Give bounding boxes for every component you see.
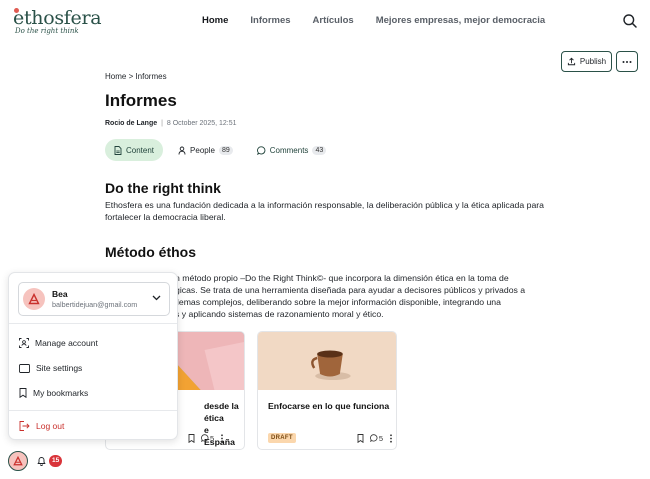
- meta-separator: |: [161, 120, 163, 127]
- tab-people[interactable]: People 89: [169, 139, 242, 161]
- publish-label: Publish: [579, 57, 607, 66]
- menu-item-label: My bookmarks: [33, 388, 89, 398]
- tab-content-label: Content: [126, 145, 155, 155]
- tab-people-label: People: [190, 145, 215, 155]
- tab-comments[interactable]: Comments 43: [248, 139, 335, 161]
- menu-item-manage-account[interactable]: Manage account: [19, 336, 98, 350]
- post-date: 8 October 2025, 12:51: [166, 120, 237, 127]
- top-bar: ethosfera Do the right think Home Inform…: [0, 0, 650, 44]
- account-scan-icon: [19, 338, 29, 348]
- logo-dot: [14, 8, 19, 13]
- menu-item-site-settings[interactable]: Site settings: [19, 361, 82, 375]
- nav-item-home[interactable]: Home: [202, 15, 228, 26]
- article-card[interactable]: Enfocarse en lo que funciona DRAFT 5: [257, 331, 397, 450]
- user-name: Bea: [52, 288, 68, 299]
- kebab-menu-icon[interactable]: [220, 433, 224, 443]
- menu-item-label: Manage account: [35, 338, 98, 348]
- document-icon: [114, 145, 122, 155]
- user-bar: 15: [8, 451, 63, 471]
- menu-item-label: Site settings: [36, 363, 83, 373]
- breadcrumb[interactable]: Home > Informes: [105, 72, 167, 81]
- card-comments[interactable]: 5: [369, 433, 383, 443]
- card-actions: 5: [357, 434, 393, 443]
- comment-icon: [369, 434, 378, 442]
- menu-item-log-out[interactable]: Log out: [19, 419, 64, 433]
- menu-divider: [9, 410, 177, 411]
- comments-count: 43: [312, 145, 327, 155]
- bookmark-icon[interactable]: [188, 433, 195, 443]
- bookmark-icon[interactable]: [357, 433, 364, 443]
- metodo-line: gicas. Se trata de una herramienta diseñ…: [175, 285, 526, 295]
- people-count: 89: [218, 145, 233, 155]
- upload-icon: [567, 57, 575, 66]
- notifications-button[interactable]: 15: [37, 455, 63, 467]
- account-info: Bea balbertidejuan@gmail.com: [52, 289, 137, 310]
- card-comments[interactable]: 5: [201, 434, 214, 443]
- logout-label: Log out: [36, 421, 65, 431]
- user-avatar-button[interactable]: [8, 451, 28, 471]
- comment-icon: [256, 145, 266, 155]
- window-icon: [19, 363, 30, 373]
- section-text-metodo: n método propio –Do the Right Think©- qu…: [175, 272, 555, 320]
- metodo-line: ilemas complejos, deliberando sobre la m…: [175, 297, 501, 307]
- card-actions: 5: [188, 434, 224, 443]
- account-switcher[interactable]: Bea balbertidejuan@gmail.com: [18, 282, 170, 316]
- bell-icon: [37, 457, 46, 466]
- post-meta: Rocio de Lange | 8 October 2025, 12:51: [105, 120, 237, 127]
- more-options-button[interactable]: [616, 51, 638, 72]
- card-comment-count: 5: [210, 433, 215, 443]
- search-button[interactable]: [622, 13, 638, 29]
- publish-button[interactable]: Publish: [561, 51, 612, 72]
- menu-divider: [9, 323, 177, 324]
- person-icon: [178, 146, 186, 155]
- site-logo[interactable]: ethosfera Do the right think: [13, 7, 102, 35]
- user-logo-icon: [28, 293, 40, 305]
- page-title: Informes: [105, 91, 177, 110]
- metodo-line: n método propio –Do the Right Think©- qu…: [175, 273, 509, 283]
- main-nav: Home Informes Artículos Mejores empresas…: [202, 15, 567, 26]
- account-menu: Bea balbertidejuan@gmail.com Manage acco…: [8, 272, 178, 440]
- card-title[interactable]: Enfocarse en lo que funciona: [268, 400, 393, 412]
- chevron-down-icon: [152, 295, 161, 301]
- section-text-intro: Ethosfera es una fundación dedicada a la…: [105, 200, 545, 222]
- content-tabs: Content People 89 Comments 43: [105, 139, 341, 161]
- nav-item-articulos[interactable]: Artículos: [313, 15, 354, 26]
- notification-count-badge: 15: [49, 455, 63, 467]
- author-name[interactable]: Rocio de Lange: [105, 120, 157, 127]
- section-heading-do-the-right-think: Do the right think: [105, 180, 221, 196]
- kebab-menu-icon[interactable]: [389, 433, 393, 443]
- card-comment-count: 5: [378, 433, 383, 443]
- avatar: [23, 288, 45, 310]
- nav-item-informes[interactable]: Informes: [250, 15, 290, 26]
- tab-content[interactable]: Content: [105, 139, 164, 161]
- card-footer: DRAFT 5: [268, 432, 393, 444]
- comment-icon: [201, 434, 209, 442]
- card-title-line: desde la ética: [204, 401, 239, 423]
- user-logo-icon: [13, 456, 23, 466]
- logo-wordmark: ethosfera: [13, 7, 102, 29]
- section-heading-metodo-ethos: Método éthos: [105, 244, 196, 260]
- menu-item-my-bookmarks[interactable]: My bookmarks: [19, 386, 88, 400]
- tab-comments-label: Comments: [269, 145, 309, 155]
- search-icon: [623, 14, 637, 28]
- card-thumbnail-coffee: [258, 332, 396, 390]
- metodo-line: s y aplicando sistemas de razonamiento m…: [175, 309, 384, 319]
- bookmark-icon: [19, 388, 27, 398]
- draft-badge: DRAFT: [268, 433, 296, 443]
- ellipsis-icon: [622, 60, 632, 63]
- logout-icon: [19, 421, 30, 431]
- nav-item-mejores-empresas[interactable]: Mejores empresas, mejor democracia: [376, 15, 546, 26]
- user-email: balbertidejuan@gmail.com: [52, 299, 138, 309]
